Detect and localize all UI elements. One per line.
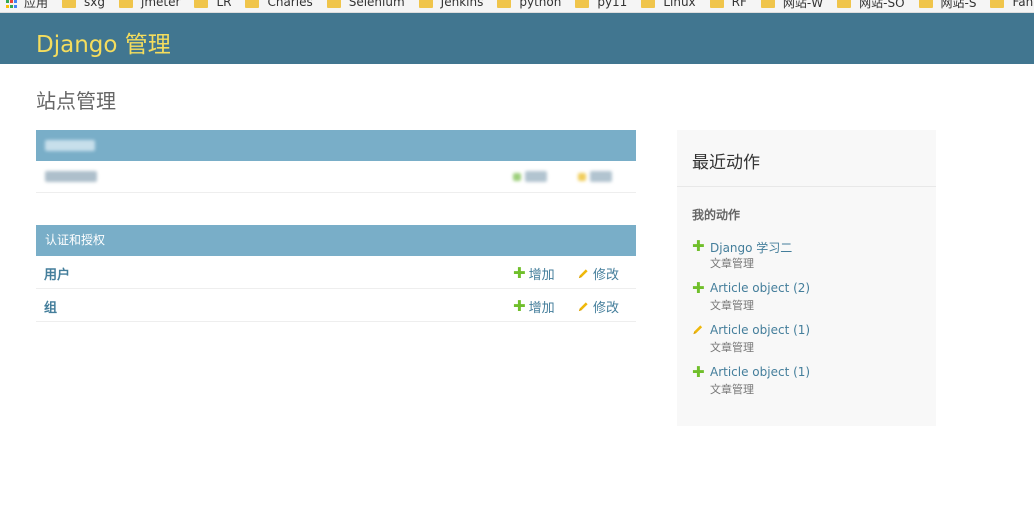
folder-icon (641, 0, 656, 8)
bookmark-apps[interactable]: 应用 (6, 0, 48, 11)
bookmark-folder[interactable]: LR (194, 0, 231, 9)
add-label: 增加 (528, 301, 555, 316)
folder-icon (62, 0, 77, 8)
bookmark-label: py11 (597, 0, 628, 9)
folder-icon (760, 0, 775, 8)
change-groups-link[interactable]: 修改 (578, 297, 619, 316)
module-caption[interactable]: 认证和授权 (36, 225, 636, 256)
add-users-link[interactable]: ✚ 增加 (513, 264, 555, 284)
change-label: 修改 (593, 268, 620, 283)
blurred-change-link[interactable] (578, 171, 612, 182)
folder-icon (418, 0, 433, 8)
folder-icon (837, 0, 852, 8)
action-link[interactable]: Article object (1) (710, 323, 810, 337)
folder-icon (918, 0, 933, 8)
action-link[interactable]: Django 学习二 (710, 239, 792, 256)
add-label: 增加 (528, 268, 555, 283)
bookmark-label: LR (216, 0, 232, 9)
add-icon: ✚ (692, 363, 705, 381)
bookmark-label: 网站-W (782, 0, 824, 10)
folder-icon (497, 0, 512, 8)
model-link-groups[interactable]: 组 (44, 297, 57, 316)
bookmark-folder[interactable]: sxg (62, 0, 105, 9)
add-groups-link[interactable]: ✚ 增加 (513, 297, 555, 317)
pencil-icon (578, 269, 588, 279)
bookmark-folder[interactable]: 网站-S (918, 0, 977, 11)
folder-icon (194, 0, 209, 8)
model-link-users[interactable]: 用户 (44, 264, 70, 283)
action-content-type: 文章管理 (710, 341, 754, 354)
action-content-type: 文章管理 (710, 383, 754, 396)
divider (677, 186, 936, 187)
bookmark-label: RF (731, 0, 747, 9)
blurred-model-name[interactable] (45, 171, 97, 182)
recent-actions-title: 最近动作 (692, 153, 760, 173)
bookmark-folder[interactable]: 网站-W (760, 0, 824, 11)
change-users-link[interactable]: 修改 (578, 264, 619, 283)
bookmark-label: Jenkins (440, 0, 484, 9)
recent-actions-module: 最近动作 我的动作 ✚ Django 学习二 文章管理 ✚ Article ob… (677, 130, 936, 426)
bookmark-label: Linux (663, 0, 696, 9)
pencil-icon (578, 302, 588, 312)
folder-icon (990, 0, 1005, 8)
folder-icon (709, 0, 724, 8)
app-module-auth: 认证和授权 用户 ✚ 增加 修改 组 ✚ 增加 修改 (36, 225, 636, 322)
pencil-icon (578, 172, 586, 181)
add-icon: ✚ (692, 279, 705, 297)
apps-grid-icon (6, 0, 18, 8)
table-row: 组 ✚ 增加 修改 (36, 289, 636, 322)
bookmark-folder[interactable]: Charles (245, 0, 313, 9)
bookmark-folder[interactable]: 网站-SO (837, 0, 905, 11)
bookmark-folder[interactable]: Fanta (990, 0, 1034, 9)
add-icon (513, 172, 521, 181)
action-content-type: 文章管理 (710, 257, 754, 270)
bookmark-label: 应用 (24, 0, 49, 10)
folder-icon (245, 0, 260, 8)
table-row: 用户 ✚ 增加 修改 (36, 256, 636, 289)
blurred-add-link[interactable] (513, 171, 547, 182)
bookmark-label: Selenium (348, 0, 405, 9)
add-icon: ✚ (513, 297, 526, 315)
my-actions-heading: 我的动作 (692, 208, 741, 222)
blurred-caption (45, 140, 95, 151)
action-link[interactable]: Article object (2) (710, 281, 810, 295)
folder-icon (575, 0, 590, 8)
bookmark-folder[interactable]: Linux (641, 0, 696, 9)
site-branding[interactable]: Django 管理 (36, 25, 171, 59)
folder-icon (326, 0, 341, 8)
bookmark-folder[interactable]: RF (709, 0, 747, 9)
bookmark-folder[interactable]: jmeter (119, 0, 180, 9)
bookmark-label: Fanta (1012, 0, 1034, 9)
bookmark-label: jmeter (141, 0, 181, 9)
bookmark-folder[interactable]: python (497, 0, 561, 9)
module-caption-blurred (36, 130, 636, 161)
pencil-icon (693, 325, 703, 335)
blurred-change-label (590, 171, 612, 182)
bookmark-label: 网站-SO (859, 0, 905, 10)
blurred-add-label (525, 171, 547, 182)
bookmark-label: sxg (84, 0, 105, 9)
bookmark-label: Charles (267, 0, 313, 9)
action-content-type: 文章管理 (710, 299, 754, 312)
admin-header: Django 管理 (0, 13, 1034, 64)
bookmark-label: python (519, 0, 562, 9)
bookmark-folder[interactable]: py11 (575, 0, 627, 9)
bookmark-folder[interactable]: Selenium (326, 0, 405, 9)
bookmark-label: 网站-S (940, 0, 977, 10)
app-module-blurred (36, 130, 636, 193)
table-row (36, 161, 636, 193)
add-icon: ✚ (513, 264, 526, 282)
page-title: 站点管理 (36, 89, 116, 113)
folder-icon (119, 0, 133, 8)
bookmarks-bar: 应用 sxg jmeter LR Charles Selenium Jenkin… (0, 0, 1034, 13)
bookmark-folder[interactable]: Jenkins (418, 0, 484, 9)
change-label: 修改 (593, 301, 620, 316)
add-icon: ✚ (692, 237, 705, 255)
action-link[interactable]: Article object (1) (710, 365, 810, 379)
